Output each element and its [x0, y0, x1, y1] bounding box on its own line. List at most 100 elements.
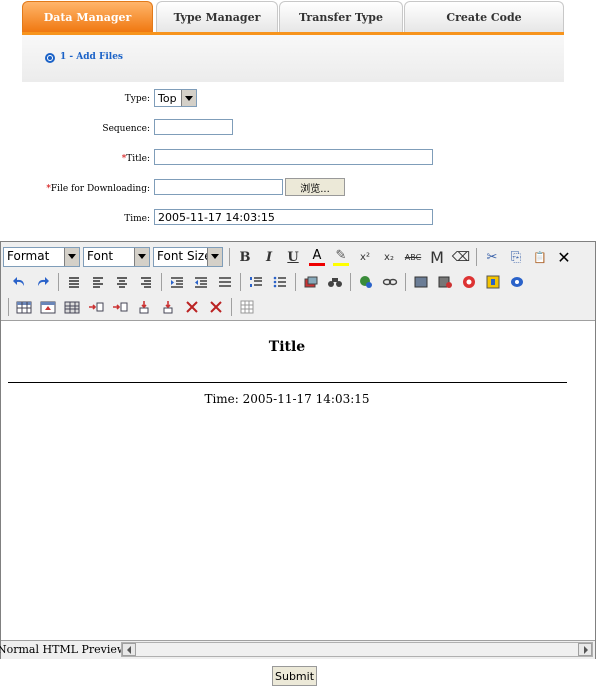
- toolbar-separator: [295, 273, 296, 291]
- file-label-wrap: *File for Downloading:: [20, 184, 150, 194]
- m-icon[interactable]: M: [425, 246, 449, 268]
- rich-text-editor: Format Font Font Size B I U A ✎ x² x₂ AB…: [0, 241, 596, 659]
- outdent-icon[interactable]: [189, 271, 213, 293]
- cut-icon[interactable]: ✂: [480, 246, 504, 268]
- redo-icon[interactable]: [31, 271, 55, 293]
- tab-bar: Data Manager Type Manager Transfer Type …: [22, 0, 564, 34]
- toolbar-separator: [405, 273, 406, 291]
- emoticon-icon[interactable]: [505, 271, 529, 293]
- file-path-input[interactable]: [154, 179, 283, 195]
- chevron-down-icon: [64, 248, 79, 266]
- tab-type-manager[interactable]: Type Manager: [156, 1, 278, 32]
- bold-icon[interactable]: B: [233, 246, 257, 268]
- unlink-icon[interactable]: [378, 271, 402, 293]
- italic-icon[interactable]: I: [257, 246, 281, 268]
- link-icon[interactable]: [354, 271, 378, 293]
- strikethrough-icon[interactable]: ABC: [401, 246, 425, 268]
- type-select-value: Top: [158, 92, 177, 105]
- file-label: File for Downloading:: [50, 184, 150, 194]
- toolbar-separator: [476, 248, 477, 266]
- horizontal-scrollbar[interactable]: [121, 642, 593, 657]
- tab-transfer-type[interactable]: Transfer Type: [279, 1, 403, 32]
- toolbar-separator: [161, 273, 162, 291]
- toolbar-row-3: [5, 295, 259, 319]
- document-title: Title: [268, 339, 306, 355]
- cell-properties-icon[interactable]: [60, 296, 84, 318]
- eraser-icon[interactable]: ⌫: [449, 246, 473, 268]
- toolbar-separator: [58, 273, 59, 291]
- grid-icon[interactable]: [235, 296, 259, 318]
- insert-column-after-icon[interactable]: [108, 296, 132, 318]
- type-label: Type:: [124, 94, 150, 104]
- document-divider: [8, 382, 567, 383]
- undo-icon[interactable]: [7, 271, 31, 293]
- format-select-value: Format: [7, 249, 50, 263]
- insert-table-icon[interactable]: [12, 296, 36, 318]
- highlight-icon[interactable]: ✎: [333, 248, 349, 266]
- tab-create-code[interactable]: Create Code: [404, 1, 564, 32]
- submit-button[interactable]: Submit: [272, 666, 317, 686]
- sequence-label: Sequence:: [102, 124, 150, 134]
- editor-toolbar: Format Font Font Size B I U A ✎ x² x₂ AB…: [1, 242, 595, 321]
- delete-column-icon[interactable]: [204, 296, 228, 318]
- chevron-down-icon: [181, 90, 196, 106]
- title-input[interactable]: [154, 149, 433, 165]
- editor-mode-tabs[interactable]: Normal HTML Preview: [0, 643, 126, 656]
- toolbar-separator: [231, 298, 232, 316]
- toolbar-row-2: [7, 270, 529, 294]
- superscript-icon[interactable]: x²: [353, 246, 377, 268]
- insert-row-icon[interactable]: [132, 296, 156, 318]
- editor-statusbar: Normal HTML Preview: [0, 640, 595, 659]
- format-select[interactable]: Format: [3, 247, 80, 267]
- toolbar-separator: [229, 248, 230, 266]
- numbered-list-icon[interactable]: [244, 271, 268, 293]
- chevron-down-icon: [207, 248, 222, 266]
- insert-row-after-icon[interactable]: [156, 296, 180, 318]
- editor-content[interactable]: Title Time: 2005-11-17 14:03:15: [1, 321, 595, 639]
- time-label: Time:: [124, 214, 150, 224]
- browse-button[interactable]: 浏览...: [285, 178, 345, 196]
- scroll-right-icon[interactable]: [578, 643, 592, 656]
- image-icon[interactable]: [409, 271, 433, 293]
- close-icon[interactable]: ✕: [552, 246, 576, 268]
- media-icon[interactable]: [457, 271, 481, 293]
- time-input[interactable]: [154, 209, 433, 225]
- toolbar-row-1: Format Font Font Size B I U A ✎ x² x₂ AB…: [3, 245, 576, 269]
- step-label: 1 - Add Files: [60, 52, 123, 62]
- step-radio-icon[interactable]: [45, 53, 55, 63]
- file-icon[interactable]: [481, 271, 505, 293]
- justify-icon[interactable]: [62, 271, 86, 293]
- font-select-value: Font: [87, 249, 114, 263]
- font-color-icon[interactable]: A: [309, 248, 325, 266]
- font-select[interactable]: Font: [83, 247, 150, 267]
- copy-icon[interactable]: ⎘: [504, 246, 528, 268]
- align-center-icon[interactable]: [110, 271, 134, 293]
- bullet-list-icon[interactable]: [268, 271, 292, 293]
- type-select[interactable]: Top: [154, 89, 197, 107]
- line-spacing-icon[interactable]: [213, 271, 237, 293]
- find-icon[interactable]: [323, 271, 347, 293]
- insert-object-icon[interactable]: [299, 271, 323, 293]
- title-label: Title:: [126, 154, 150, 164]
- toolbar-separator: [8, 298, 9, 316]
- toolbar-separator: [350, 273, 351, 291]
- flash-icon[interactable]: [433, 271, 457, 293]
- insert-column-icon[interactable]: [84, 296, 108, 318]
- scroll-left-icon[interactable]: [122, 643, 136, 656]
- toolbar-separator: [240, 273, 241, 291]
- delete-row-icon[interactable]: [180, 296, 204, 318]
- paste-icon[interactable]: 📋: [528, 246, 552, 268]
- document-time: Time: 2005-11-17 14:03:15: [204, 392, 370, 406]
- sequence-input[interactable]: [154, 119, 233, 135]
- chevron-down-icon: [134, 248, 149, 266]
- font-size-select-value: Font Size: [157, 249, 212, 263]
- underline-icon[interactable]: U: [281, 246, 305, 268]
- title-label-wrap: *Title:: [60, 154, 150, 164]
- tab-data-manager[interactable]: Data Manager: [22, 1, 153, 32]
- align-left-icon[interactable]: [86, 271, 110, 293]
- subscript-icon[interactable]: x₂: [377, 246, 401, 268]
- table-properties-icon[interactable]: [36, 296, 60, 318]
- align-right-icon[interactable]: [134, 271, 158, 293]
- indent-icon[interactable]: [165, 271, 189, 293]
- font-size-select[interactable]: Font Size: [153, 247, 223, 267]
